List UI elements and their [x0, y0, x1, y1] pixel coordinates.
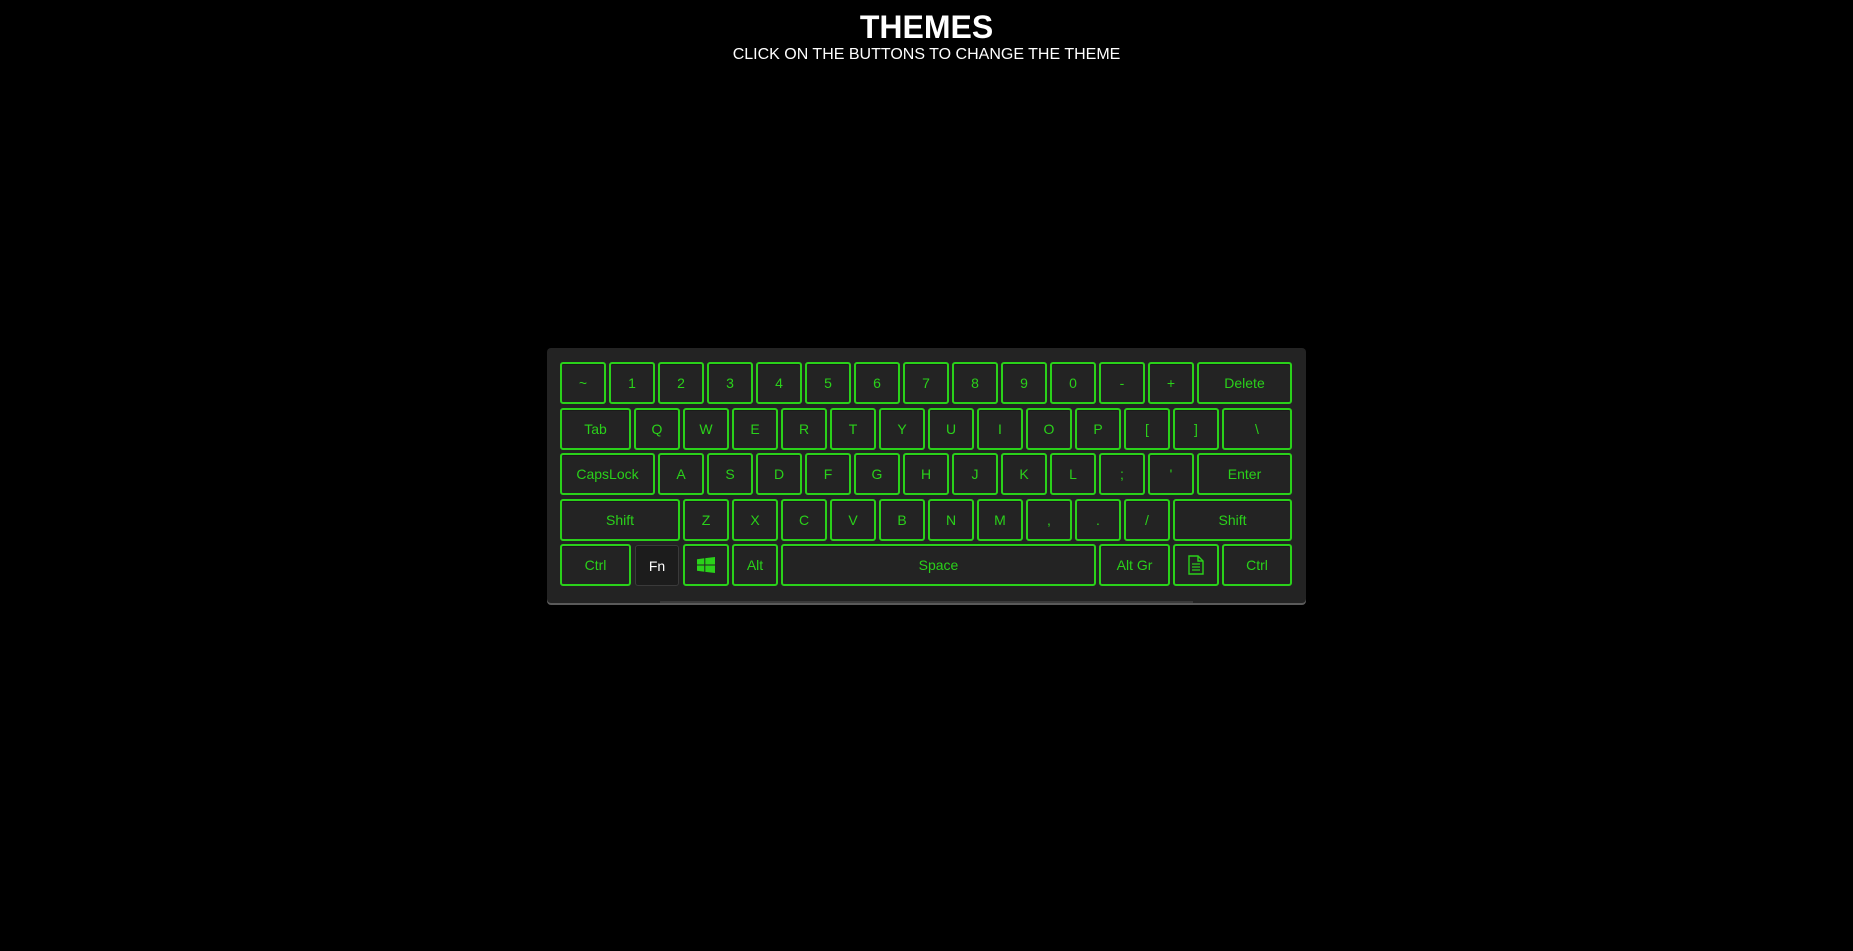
page-title: THEMES — [859, 9, 994, 45]
key-slash[interactable]: / — [1124, 499, 1170, 541]
key-m[interactable]: M — [977, 499, 1023, 541]
key-5[interactable]: 5 — [805, 362, 851, 404]
key-j[interactable]: J — [952, 453, 998, 495]
key-capslock[interactable]: CapsLock — [560, 453, 655, 495]
key-right-shift[interactable]: Shift — [1173, 499, 1292, 541]
key-right-ctrl[interactable]: Ctrl — [1222, 544, 1292, 586]
key-a[interactable]: A — [658, 453, 704, 495]
key-fn[interactable]: Fn — [635, 545, 679, 586]
key-o[interactable]: O — [1026, 408, 1072, 450]
key-left-bracket[interactable]: [ — [1124, 408, 1170, 450]
key-4[interactable]: 4 — [756, 362, 802, 404]
key-minus[interactable]: - — [1099, 362, 1145, 404]
key-comma[interactable]: , — [1026, 499, 1072, 541]
key-q[interactable]: Q — [634, 408, 680, 450]
key-h[interactable]: H — [903, 453, 949, 495]
key-d[interactable]: D — [756, 453, 802, 495]
key-tab[interactable]: Tab — [560, 408, 631, 450]
key-9[interactable]: 9 — [1001, 362, 1047, 404]
key-0[interactable]: 0 — [1050, 362, 1096, 404]
key-enter[interactable]: Enter — [1197, 453, 1292, 495]
key-n[interactable]: N — [928, 499, 974, 541]
key-menu[interactable] — [1173, 544, 1219, 586]
key-g[interactable]: G — [854, 453, 900, 495]
key-t[interactable]: T — [830, 408, 876, 450]
key-p[interactable]: P — [1075, 408, 1121, 450]
key-tilde[interactable]: ~ — [560, 362, 606, 404]
windows-icon — [697, 557, 715, 573]
key-s[interactable]: S — [707, 453, 753, 495]
key-8[interactable]: 8 — [952, 362, 998, 404]
document-icon — [1188, 555, 1204, 575]
key-alt[interactable]: Alt — [732, 544, 778, 586]
key-left-shift[interactable]: Shift — [560, 499, 680, 541]
key-e[interactable]: E — [732, 408, 778, 450]
key-y[interactable]: Y — [879, 408, 925, 450]
key-windows[interactable] — [683, 544, 729, 586]
key-backslash[interactable]: \ — [1222, 408, 1292, 450]
page-subtitle: CLICK ON THE BUTTONS TO CHANGE THE THEME — [732, 46, 1121, 63]
header: THEMES CLICK ON THE BUTTONS TO CHANGE TH… — [0, 8, 1853, 64]
key-l[interactable]: L — [1050, 453, 1096, 495]
key-3[interactable]: 3 — [707, 362, 753, 404]
key-alt-gr[interactable]: Alt Gr — [1099, 544, 1170, 586]
key-z[interactable]: Z — [683, 499, 729, 541]
key-semicolon[interactable]: ; — [1099, 453, 1145, 495]
key-k[interactable]: K — [1001, 453, 1047, 495]
key-u[interactable]: U — [928, 408, 974, 450]
key-7[interactable]: 7 — [903, 362, 949, 404]
key-w[interactable]: W — [683, 408, 729, 450]
key-v[interactable]: V — [830, 499, 876, 541]
key-left-ctrl[interactable]: Ctrl — [560, 544, 631, 586]
key-i[interactable]: I — [977, 408, 1023, 450]
key-1[interactable]: 1 — [609, 362, 655, 404]
key-space[interactable]: Space — [781, 544, 1096, 586]
keyboard-base-shadow — [660, 601, 1193, 603]
key-2[interactable]: 2 — [658, 362, 704, 404]
key-delete[interactable]: Delete — [1197, 362, 1292, 404]
key-quote[interactable]: ' — [1148, 453, 1194, 495]
key-plus[interactable]: + — [1148, 362, 1194, 404]
key-f[interactable]: F — [805, 453, 851, 495]
key-c[interactable]: C — [781, 499, 827, 541]
key-right-bracket[interactable]: ] — [1173, 408, 1219, 450]
key-r[interactable]: R — [781, 408, 827, 450]
key-b[interactable]: B — [879, 499, 925, 541]
key-x[interactable]: X — [732, 499, 778, 541]
key-6[interactable]: 6 — [854, 362, 900, 404]
key-period[interactable]: . — [1075, 499, 1121, 541]
